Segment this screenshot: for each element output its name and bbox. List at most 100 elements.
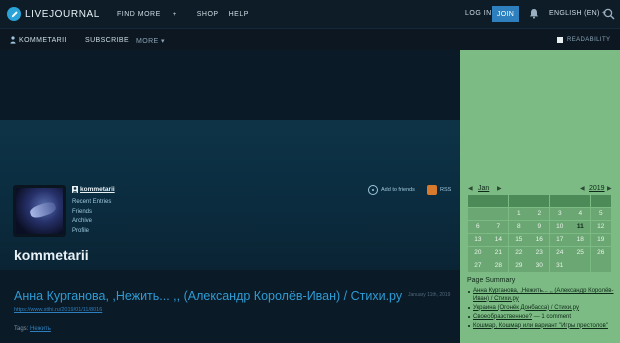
readability-label: READABILITY bbox=[567, 37, 611, 43]
plus-icon: + bbox=[172, 11, 177, 18]
calendar-day[interactable]: 23 bbox=[529, 246, 550, 259]
nav-find-more-label: FIND MORE bbox=[116, 10, 161, 18]
calendar-day[interactable]: 21 bbox=[488, 246, 509, 259]
page-summary-title: Page Summary bbox=[467, 277, 516, 284]
summary-link[interactable]: Кошмар, Кошмар или вариант "Игры престол… bbox=[473, 323, 608, 329]
logo-text: LIVEJOURNAL bbox=[25, 8, 100, 20]
profile-username[interactable]: kommetarii bbox=[72, 186, 115, 193]
journal-username: KOMMETARII bbox=[19, 36, 67, 44]
link-recent-entries[interactable]: Recent Entries bbox=[72, 198, 111, 208]
calendar-day[interactable]: 11 bbox=[570, 220, 591, 233]
subscribe-link[interactable]: SUBSCRIBE bbox=[85, 37, 129, 44]
calendar-weekday-cell bbox=[529, 195, 550, 208]
calendar-day[interactable]: 14 bbox=[488, 233, 509, 246]
calendar-day[interactable]: 26 bbox=[590, 246, 611, 259]
calendar-day[interactable]: 5 bbox=[590, 207, 611, 221]
user-icon bbox=[72, 186, 78, 193]
calendar-day[interactable]: 22 bbox=[508, 246, 529, 259]
calendar-weekday-cell bbox=[570, 195, 591, 208]
calendar-month[interactable]: Jan bbox=[478, 185, 489, 192]
prev-year-icon[interactable]: ◀ bbox=[580, 185, 585, 192]
calendar-year[interactable]: 2019 bbox=[589, 185, 605, 192]
link-profile[interactable]: Profile bbox=[72, 227, 111, 237]
calendar-empty-cell bbox=[488, 207, 509, 221]
calendar-day[interactable]: 2 bbox=[529, 207, 550, 221]
language-selector[interactable]: ENGLISH (EN) + bbox=[549, 10, 606, 17]
chevron-down-icon: ▾ bbox=[160, 38, 165, 45]
link-archive[interactable]: Archive bbox=[72, 217, 111, 227]
calendar-day[interactable]: 30 bbox=[529, 259, 550, 272]
summary-link[interactable]: Анна Курганова, ,Нежить... ,, (Александр… bbox=[473, 288, 614, 302]
post-url[interactable]: https://www.stihi.ru/2019/01/11/8016 bbox=[14, 307, 102, 313]
readability-checkbox[interactable] bbox=[557, 37, 563, 43]
calendar-day[interactable]: 12 bbox=[590, 220, 611, 233]
calendar-day[interactable]: 19 bbox=[590, 233, 611, 246]
add-to-friends-label: Add to friends bbox=[381, 187, 415, 193]
profile-username-label: kommetarii bbox=[80, 186, 115, 193]
join-button[interactable]: JOIN bbox=[492, 6, 519, 22]
bell-icon[interactable] bbox=[529, 8, 539, 19]
add-to-friends-button[interactable]: Add to friends bbox=[368, 185, 415, 195]
nav-help[interactable]: HELP bbox=[229, 11, 249, 18]
calendar-header: ◀ Jan ▶ ◀ 2019 ▶ bbox=[468, 185, 613, 195]
calendar-weekday-cell bbox=[508, 195, 529, 208]
nav-find-more[interactable]: FIND MORE + bbox=[117, 11, 187, 18]
calendar-day[interactable]: 18 bbox=[570, 233, 591, 246]
next-month-icon[interactable]: ▶ bbox=[497, 185, 502, 192]
journal-user[interactable]: KOMMETARII bbox=[10, 36, 67, 44]
userpic-detail bbox=[28, 200, 58, 220]
calendar-day[interactable]: 9 bbox=[529, 220, 550, 233]
calendar-day[interactable]: 20 bbox=[468, 246, 488, 259]
calendar-day[interactable]: 8 bbox=[508, 220, 529, 233]
calendar-day[interactable]: 24 bbox=[549, 246, 570, 259]
journal-title: kommetarii bbox=[14, 247, 89, 263]
rss-button[interactable]: RSS bbox=[427, 185, 451, 195]
post-title[interactable]: Анна Курганова, ,Нежить... ,, (Александр… bbox=[14, 289, 402, 303]
calendar-day[interactable]: 27 bbox=[468, 259, 488, 272]
readability-toggle[interactable]: READABILITY bbox=[557, 37, 610, 43]
language-label: ENGLISH (EN) bbox=[549, 10, 600, 17]
post-date: January 11th, 2019 bbox=[408, 292, 451, 298]
calendar-day[interactable]: 6 bbox=[468, 220, 488, 233]
summary-link[interactable]: Своеобразственное? bbox=[473, 314, 532, 320]
calendar-empty-cell bbox=[468, 207, 488, 221]
avatar[interactable] bbox=[13, 185, 66, 237]
calendar-day[interactable]: 10 bbox=[549, 220, 570, 233]
prev-month-icon[interactable]: ◀ bbox=[468, 185, 473, 192]
add-friend-icon bbox=[368, 185, 378, 195]
summary-item[interactable]: Своеобразственное? — 1 comment bbox=[468, 314, 615, 322]
calendar-day[interactable]: 16 bbox=[529, 233, 550, 246]
calendar-day[interactable]: 29 bbox=[508, 259, 529, 272]
nav-shop[interactable]: SHOP bbox=[197, 11, 219, 18]
summary-link[interactable]: Украина (Огонёк Донбасса) / Стихи.ру bbox=[473, 305, 579, 311]
summary-item[interactable]: Украина (Огонёк Донбасса) / Стихи.ру bbox=[468, 305, 615, 313]
calendar-day[interactable]: 1 bbox=[508, 207, 529, 221]
livejournal-logo[interactable]: LIVEJOURNAL bbox=[7, 7, 100, 21]
calendar-weekday-cell bbox=[549, 195, 570, 208]
calendar-day[interactable]: 15 bbox=[508, 233, 529, 246]
more-label: MORE bbox=[136, 38, 159, 45]
page-summary-list: Анна Курганова, ,Нежить... ,, (Александр… bbox=[468, 288, 615, 332]
calendar-day[interactable]: 31 bbox=[549, 259, 570, 272]
calendar-day[interactable]: 25 bbox=[570, 246, 591, 259]
search-icon[interactable] bbox=[603, 8, 615, 20]
calendar-day[interactable]: 13 bbox=[468, 233, 488, 246]
summary-item[interactable]: Анна Курганова, ,Нежить... ,, (Александр… bbox=[468, 288, 615, 303]
userpic-image bbox=[16, 188, 63, 234]
login-link[interactable]: LOG IN bbox=[465, 10, 492, 17]
calendar-day[interactable]: 4 bbox=[570, 207, 591, 221]
more-menu[interactable]: MORE ▾ bbox=[136, 37, 165, 45]
summary-item[interactable]: Кошмар, Кошмар или вариант "Игры престол… bbox=[468, 323, 615, 331]
calendar-empty-cell bbox=[590, 259, 611, 272]
pencil-icon bbox=[7, 7, 21, 21]
top-navigation-bar: LIVEJOURNAL FIND MORE + SHOP HELP bbox=[0, 0, 620, 28]
calendar-day[interactable]: 17 bbox=[549, 233, 570, 246]
calendar-day[interactable]: 3 bbox=[549, 207, 570, 221]
post-tags: Tags: Нежить bbox=[14, 326, 51, 332]
next-year-icon[interactable]: ▶ bbox=[607, 185, 612, 192]
tag-link[interactable]: Нежить bbox=[30, 326, 51, 332]
calendar-day[interactable]: 28 bbox=[488, 259, 509, 272]
calendar-day[interactable]: 7 bbox=[488, 220, 509, 233]
link-friends[interactable]: Friends bbox=[72, 208, 111, 218]
calendar-weekday-cell bbox=[590, 195, 611, 208]
